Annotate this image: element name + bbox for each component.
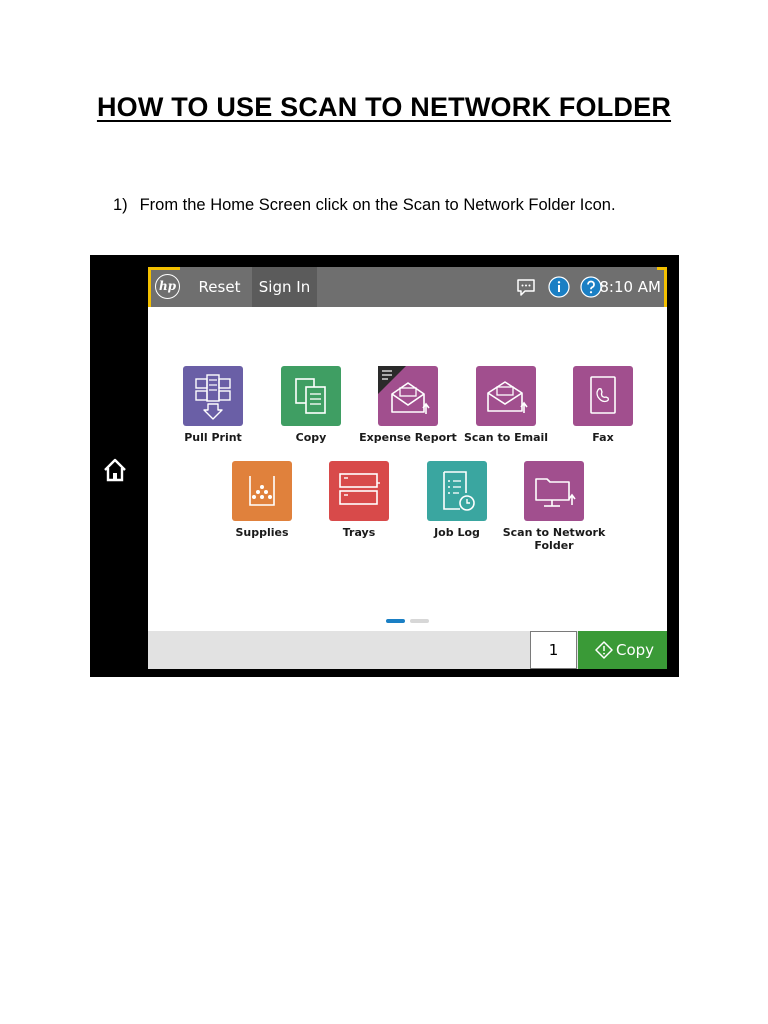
fax-tile[interactable] (573, 366, 633, 426)
job-log-icon (443, 471, 475, 511)
start-diamond-icon (595, 641, 613, 659)
home-icon[interactable] (101, 456, 129, 484)
highlight-corner (148, 267, 151, 307)
expense-report-tile[interactable] (378, 366, 438, 426)
copy-icon (295, 378, 326, 414)
sign-in-button[interactable]: Sign In (252, 267, 317, 307)
copy-button-label: Copy (616, 641, 655, 659)
clock: 8:10 AM (599, 278, 661, 296)
app-label: Fax (592, 431, 614, 444)
supplies-icon (249, 476, 275, 506)
app-job-log[interactable]: Job Log (402, 461, 512, 539)
app-fax[interactable]: Fax (548, 366, 658, 444)
highlight-corner (148, 267, 180, 270)
fax-icon (590, 376, 616, 414)
app-label: Supplies (235, 526, 289, 539)
scan-to-email-icon (487, 381, 528, 413)
step-text: From the Home Screen click on the Scan t… (139, 196, 616, 214)
trays-icon (339, 473, 380, 505)
network-folder-tile[interactable] (524, 461, 584, 521)
app-label: Pull Print (184, 431, 242, 444)
app-label: Scan to Network Folder (502, 526, 606, 552)
page-title: HOW TO USE SCAN TO NETWORK FOLDER (96, 92, 672, 122)
copy-start-button[interactable]: Copy (578, 631, 667, 669)
app-label: Trays (342, 526, 376, 539)
pull-print-icon (195, 374, 231, 420)
copies-count-field[interactable]: 1 (530, 631, 577, 669)
pull-print-tile[interactable] (183, 366, 243, 426)
app-scan-to-email[interactable]: Scan to Email (451, 366, 561, 444)
network-folder-icon (535, 478, 576, 507)
step-instruction: 1) From the Home Screen click on the Sca… (113, 196, 616, 215)
app-label: Expense Report (359, 431, 457, 444)
page-dot[interactable] (410, 619, 429, 623)
info-icon[interactable] (548, 276, 570, 298)
app-label: Scan to Email (463, 431, 549, 444)
supplies-tile[interactable] (232, 461, 292, 521)
trays-tile[interactable] (329, 461, 389, 521)
app-label: Copy (295, 431, 327, 444)
status-bar: hp Reset Sign In 8:10 AM (148, 267, 667, 307)
message-icon[interactable] (515, 276, 537, 298)
app-expense-report[interactable]: Expense Report (353, 366, 463, 444)
page-dot-active[interactable] (386, 619, 405, 623)
scan-to-email-tile[interactable] (476, 366, 536, 426)
app-scan-to-network-folder[interactable]: Scan to Network Folder (499, 461, 609, 552)
copy-tile[interactable] (281, 366, 341, 426)
step-number: 1) (113, 196, 128, 214)
app-trays[interactable]: Trays (304, 461, 414, 539)
expense-report-icon (378, 366, 430, 414)
app-supplies[interactable]: Supplies (207, 461, 317, 539)
reset-button[interactable]: Reset (188, 267, 251, 307)
job-log-tile[interactable] (427, 461, 487, 521)
highlight-corner (664, 267, 667, 307)
app-label: Job Log (434, 526, 480, 539)
app-pull-print[interactable]: Pull Print (158, 366, 268, 444)
hp-logo: hp (155, 274, 180, 299)
printer-screen: hp Reset Sign In 8:10 AM Pull Print Copy… (148, 267, 667, 669)
app-copy[interactable]: Copy (256, 366, 366, 444)
highlight-corner (657, 267, 667, 270)
